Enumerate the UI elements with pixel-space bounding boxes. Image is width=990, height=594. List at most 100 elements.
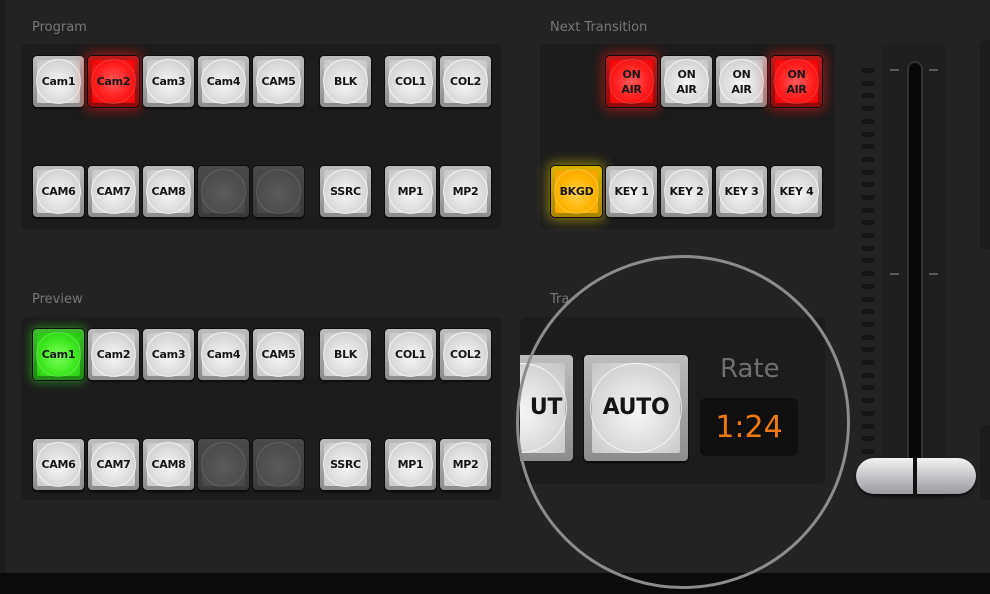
program-button-empty-11[interactable] — [198, 166, 249, 217]
program-button-cam6-label: CAM6 — [41, 185, 76, 198]
preview-button-cam8[interactable]: CAM8 — [143, 439, 194, 490]
program-label: Program — [32, 20, 87, 35]
on-air-button-1[interactable]: ON AIR — [606, 56, 657, 107]
preview-button-mp1[interactable]: MP1 — [385, 439, 436, 490]
tbar-mark — [890, 69, 899, 71]
preview-button-blk[interactable]: BLK — [320, 329, 371, 380]
program-button-empty-12[interactable] — [253, 166, 304, 217]
preview-button-cam7[interactable]: CAM7 — [88, 439, 139, 490]
program-button-cam2[interactable]: Cam2 — [88, 56, 139, 107]
program-button-cam3[interactable]: Cam3 — [143, 56, 194, 107]
tbar-tick — [861, 347, 875, 352]
program-button-cam7[interactable]: CAM7 — [88, 166, 139, 217]
tbar-tick — [861, 385, 875, 390]
on-air-button-4-label: ON AIR — [786, 67, 807, 96]
program-button-cam5-label: CAM5 — [261, 75, 296, 88]
tbar-slot — [909, 63, 921, 493]
tbar-tick — [861, 309, 875, 314]
left-edge-strip — [0, 0, 7, 573]
program-button-cam4[interactable]: Cam4 — [198, 56, 249, 107]
program-button-cam7-label: CAM7 — [96, 185, 131, 198]
next-transition-key-4-label: KEY 4 — [779, 185, 814, 198]
program-button-blk[interactable]: BLK — [320, 56, 371, 107]
program-button-mp2[interactable]: MP2 — [440, 166, 491, 217]
next-transition-label: Next Transition — [550, 20, 648, 35]
program-button-ssrc-label: SSRC — [330, 185, 361, 198]
tbar-tick — [861, 170, 875, 175]
next-transition-key-3[interactable]: KEY 3 — [716, 166, 767, 217]
preview-button-empty-11[interactable] — [198, 439, 249, 490]
tbar-handle-split — [913, 458, 917, 494]
program-button-ssrc[interactable]: SSRC — [320, 166, 371, 217]
preview-button-mp2-label: MP2 — [452, 458, 479, 471]
preview-button-mp1-label: MP1 — [397, 458, 424, 471]
auto-button[interactable]: AUTO — [584, 355, 688, 461]
on-air-button-2[interactable]: ON AIR — [661, 56, 712, 107]
preview-button-col2-label: COL2 — [450, 348, 481, 361]
preview-button-cam1[interactable]: Cam1 — [33, 329, 84, 380]
next-transition-key-2-label: KEY 2 — [669, 185, 704, 198]
right-edge-panel-lower — [980, 425, 990, 500]
program-button-cam6[interactable]: CAM6 — [33, 166, 84, 217]
tbar-tick — [861, 424, 875, 429]
tbar-tick — [861, 398, 875, 403]
program-button-cam3-label: Cam3 — [151, 75, 186, 88]
tbar-tick — [861, 335, 875, 340]
preview-button-ssrc[interactable]: SSRC — [320, 439, 371, 490]
preview-button-col1[interactable]: COL1 — [385, 329, 436, 380]
tbar-tick — [861, 258, 875, 263]
tbar-tick — [861, 68, 875, 73]
program-button-blk-label: BLK — [333, 75, 358, 88]
tbar-mark — [929, 69, 938, 71]
program-button-cam5[interactable]: CAM5 — [253, 56, 304, 107]
next-transition-key-3-label: KEY 3 — [724, 185, 759, 198]
tbar-tick — [861, 436, 875, 441]
on-air-button-3[interactable]: ON AIR — [716, 56, 767, 107]
preview-button-cam4-label: Cam4 — [206, 348, 241, 361]
tbar-tick — [861, 411, 875, 416]
preview-button-cam6-label: CAM6 — [41, 458, 76, 471]
next-transition-bkgd[interactable]: BKGD — [551, 166, 602, 217]
program-button-cam4-label: Cam4 — [206, 75, 241, 88]
preview-button-blk-label: BLK — [333, 348, 358, 361]
program-button-mp1[interactable]: MP1 — [385, 166, 436, 217]
tbar-tick — [861, 360, 875, 365]
tbar-tick — [861, 271, 875, 276]
program-button-cam8[interactable]: CAM8 — [143, 166, 194, 217]
preview-button-mp2[interactable]: MP2 — [440, 439, 491, 490]
tbar-tick — [861, 119, 875, 124]
cut-button-label: UT — [529, 395, 563, 420]
preview-label: Preview — [32, 292, 83, 307]
right-edge-panel — [980, 40, 990, 250]
tbar-tick — [861, 144, 875, 149]
next-transition-key-4[interactable]: KEY 4 — [771, 166, 822, 217]
preview-button-cam7-label: CAM7 — [96, 458, 131, 471]
preview-button-col2[interactable]: COL2 — [440, 329, 491, 380]
tbar-tick — [861, 157, 875, 162]
next-transition-key-1[interactable]: KEY 1 — [606, 166, 657, 217]
tbar-tick — [861, 208, 875, 213]
tbar-tick — [861, 322, 875, 327]
on-air-button-4[interactable]: ON AIR — [771, 56, 822, 107]
next-transition-key-2[interactable]: KEY 2 — [661, 166, 712, 217]
preview-button-cam6[interactable]: CAM6 — [33, 439, 84, 490]
preview-button-cam4[interactable]: Cam4 — [198, 329, 249, 380]
preview-button-cam3[interactable]: Cam3 — [143, 329, 194, 380]
preview-button-cam1-label: Cam1 — [41, 348, 76, 361]
tbar-tick — [861, 233, 875, 238]
transition-style-label: Tra — [550, 292, 570, 307]
next-transition-key-1-label: KEY 1 — [614, 185, 649, 198]
tbar-mark — [929, 273, 938, 275]
program-button-cam1[interactable]: Cam1 — [33, 56, 84, 107]
preview-button-cam5[interactable]: CAM5 — [253, 329, 304, 380]
auto-button-label: AUTO — [602, 395, 670, 420]
rate-value-field[interactable]: 1:24 — [700, 398, 798, 456]
tbar-tick — [861, 106, 875, 111]
preview-button-cam2[interactable]: Cam2 — [88, 329, 139, 380]
preview-button-cam3-label: Cam3 — [151, 348, 186, 361]
preview-button-empty-12[interactable] — [253, 439, 304, 490]
program-button-col2[interactable]: COL2 — [440, 56, 491, 107]
program-button-col1[interactable]: COL1 — [385, 56, 436, 107]
program-button-col2-label: COL2 — [450, 75, 481, 88]
preview-button-cam5-label: CAM5 — [261, 348, 296, 361]
